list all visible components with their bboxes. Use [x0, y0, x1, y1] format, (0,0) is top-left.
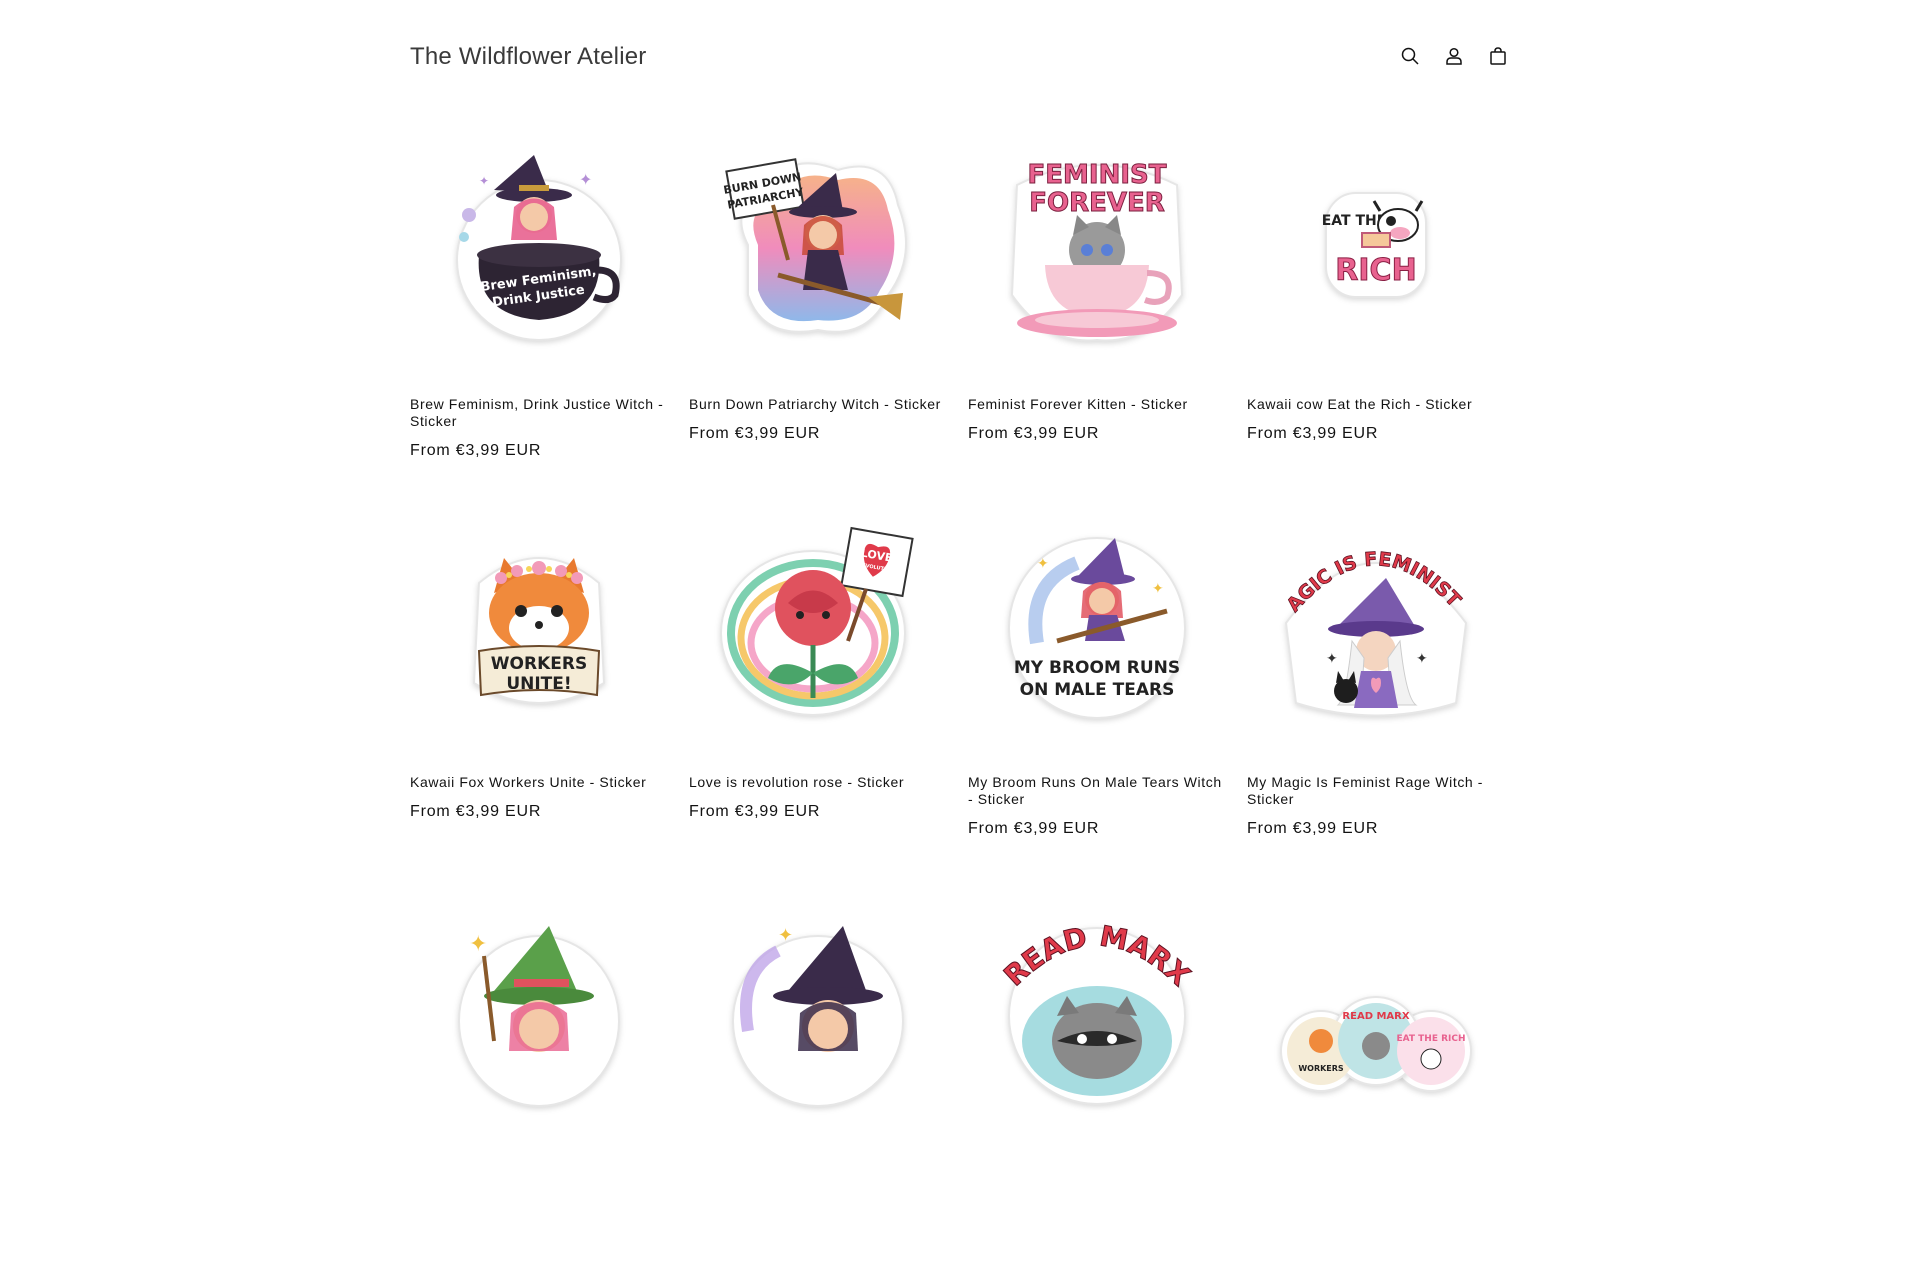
- product-title[interactable]: Burn Down Patriarchy Witch - Sticker: [689, 396, 947, 413]
- witch-rage-sticker: MY MAGIC IS FEMINIST RAGE ✦ ✦: [1266, 506, 1470, 717]
- sticker-bundle: WORKERS READ MARX EAT THE RICH: [1280, 996, 1472, 1092]
- store-name-link[interactable]: The Wildflower Atelier: [410, 43, 646, 71]
- sticker-text: EAT THE: [1322, 213, 1387, 229]
- svg-text:✦: ✦: [579, 172, 592, 189]
- product-price: From €3,99 EUR: [968, 425, 1100, 442]
- svg-text:✦: ✦: [469, 931, 487, 956]
- sticker-text: ON MALE TEARS: [1020, 680, 1175, 700]
- svg-text:✦: ✦: [479, 174, 489, 188]
- raccoon-read-marx-sticker: READ MARX: [997, 919, 1197, 1105]
- product-price: From €3,99 EUR: [410, 442, 542, 459]
- product-price: From €3,99 EUR: [410, 803, 542, 820]
- product-price: From €3,99 EUR: [689, 803, 821, 820]
- product-title[interactable]: Brew Feminism, Drink Justice Witch - Sti…: [410, 396, 668, 430]
- svg-text:✦: ✦: [1326, 650, 1338, 666]
- product-title[interactable]: Kawaii Fox Workers Unite - Sticker: [410, 774, 668, 791]
- product-image[interactable]: MY MAGIC IS FEMINIST RAGE ✦ ✦: [1247, 506, 1505, 738]
- sticker-text: UNITE!: [506, 674, 571, 694]
- svg-text:✦: ✦: [778, 925, 793, 945]
- sticker-text: FEMINIST: [1028, 160, 1167, 190]
- svg-text:✦: ✦: [1152, 580, 1164, 596]
- header-icons: [1398, 44, 1510, 68]
- kitten-teacup-sticker: FEMINIST FOREVER: [1010, 160, 1184, 342]
- product-price: From €3,99 EUR: [1247, 425, 1379, 442]
- account-icon[interactable]: [1442, 44, 1466, 68]
- product-image[interactable]: BURN DOWN PATRIARCHY: [689, 130, 947, 360]
- green-hat-witch-sticker: ✦: [458, 926, 620, 1107]
- product-card[interactable]: ✦: [689, 886, 947, 1264]
- sticker-text: FOREVER: [1029, 188, 1165, 218]
- product-card[interactable]: WORKERS UNITE! Kawaii Fox Workers Unite …: [410, 508, 668, 886]
- product-image[interactable]: ✦: [689, 886, 947, 1116]
- product-title[interactable]: My Broom Runs On Male Tears Witch - Stic…: [968, 774, 1226, 808]
- site-header: The Wildflower Atelier: [410, 0, 1510, 116]
- product-price: From €3,99 EUR: [968, 820, 1100, 837]
- product-title[interactable]: My Magic Is Feminist Rage Witch - Sticke…: [1247, 774, 1505, 808]
- product-image[interactable]: Brew Feminism, Drink Justice ✦ ✦: [410, 130, 668, 360]
- product-card[interactable]: MY BROOM RUNS ON MALE TEARS ✦ ✦ My Broom…: [968, 508, 1226, 886]
- product-title[interactable]: Feminist Forever Kitten - Sticker: [968, 396, 1226, 413]
- sticker-text: EAT THE RICH: [1396, 1034, 1465, 1044]
- witch-sign-sticker: BURN DOWN PATRIARCHY: [723, 158, 907, 333]
- product-image[interactable]: EAT THE RICH: [1247, 130, 1505, 360]
- witch-cauldron-sticker: Brew Feminism, Drink Justice ✦ ✦: [456, 155, 622, 341]
- sticker-text: MY BROOM RUNS: [1014, 658, 1180, 678]
- witch-broom-sticker: MY BROOM RUNS ON MALE TEARS ✦ ✦: [1008, 537, 1186, 719]
- product-image[interactable]: READ MARX: [968, 886, 1226, 1116]
- sticker-text: READ MARX: [1342, 1011, 1409, 1022]
- product-card[interactable]: MY MAGIC IS FEMINIST RAGE ✦ ✦ My Magic I…: [1247, 506, 1505, 886]
- product-grid: Brew Feminism, Drink Justice ✦ ✦ Brew Fe…: [410, 130, 1510, 1264]
- purple-hat-witch-sticker: ✦: [732, 925, 904, 1107]
- cart-icon[interactable]: [1486, 44, 1510, 68]
- product-card[interactable]: READ MARX: [968, 886, 1226, 1264]
- product-card[interactable]: BURN DOWN PATRIARCHY Burn Down Patriarch…: [689, 130, 947, 508]
- sticker-text: WORKERS: [491, 654, 587, 674]
- product-card[interactable]: LOVE REVOLUTION Love is revolution rose …: [689, 508, 947, 886]
- product-title[interactable]: Love is revolution rose - Sticker: [689, 774, 947, 791]
- product-image[interactable]: FEMINIST FOREVER: [968, 130, 1226, 360]
- cow-eat-the-rich-sticker: EAT THE RICH: [1322, 192, 1427, 298]
- fox-workers-unite-sticker: WORKERS UNITE!: [472, 557, 606, 704]
- product-price: From €3,99 EUR: [1247, 820, 1379, 837]
- product-card[interactable]: EAT THE RICH Kawaii cow Eat the Rich - S…: [1247, 130, 1505, 508]
- search-icon[interactable]: [1398, 44, 1422, 68]
- product-image[interactable]: MY BROOM RUNS ON MALE TEARS ✦ ✦: [968, 508, 1226, 738]
- sticker-text: RICH: [1335, 253, 1416, 288]
- product-card[interactable]: FEMINIST FOREVER Feminist Forever Kitten…: [968, 130, 1226, 508]
- product-image[interactable]: WORKERS UNITE!: [410, 508, 668, 738]
- product-image[interactable]: WORKERS READ MARX EAT THE RICH: [1247, 886, 1505, 1116]
- sticker-text: WORKERS: [1298, 1064, 1344, 1073]
- svg-text:✦: ✦: [1416, 650, 1428, 666]
- rose-revolution-sticker: LOVE REVOLUTION: [720, 526, 914, 716]
- product-price: From €3,99 EUR: [689, 425, 821, 442]
- product-image[interactable]: ✦: [410, 886, 668, 1116]
- svg-text:✦: ✦: [1037, 555, 1049, 571]
- product-image[interactable]: LOVE REVOLUTION: [689, 508, 947, 738]
- product-card[interactable]: WORKERS READ MARX EAT THE RICH: [1247, 886, 1505, 1264]
- product-card[interactable]: ✦: [410, 886, 668, 1264]
- product-title[interactable]: Kawaii cow Eat the Rich - Sticker: [1247, 396, 1505, 413]
- product-card[interactable]: Brew Feminism, Drink Justice ✦ ✦ Brew Fe…: [410, 130, 668, 508]
